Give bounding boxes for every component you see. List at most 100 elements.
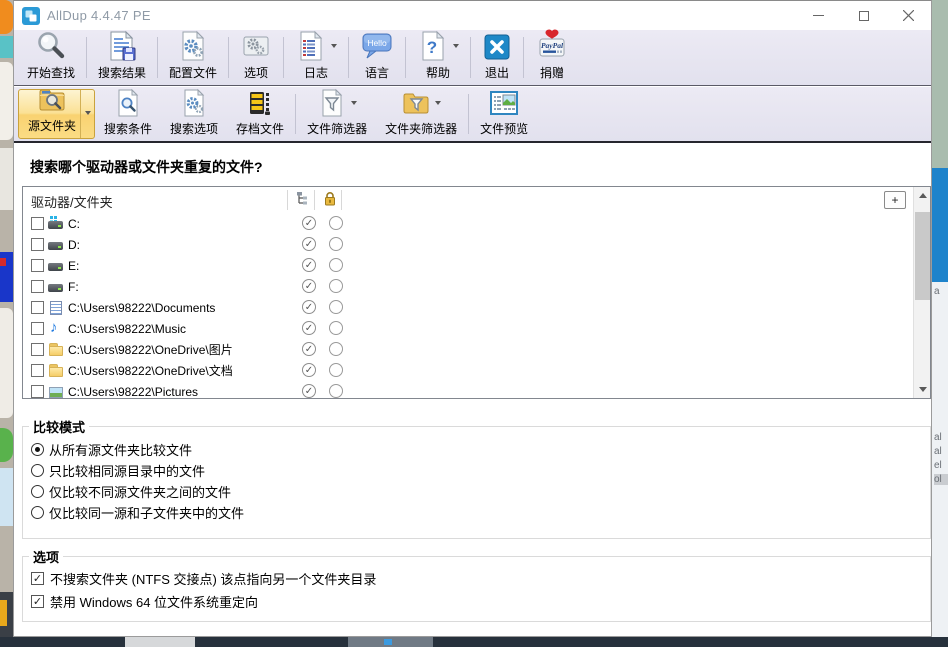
scroll-down-arrow[interactable] — [914, 381, 931, 398]
search-criteria-icon — [113, 88, 143, 118]
start-search-button[interactable]: 开始查找 — [18, 30, 84, 85]
lock-state-icon[interactable] — [329, 237, 343, 251]
options-group: 选项 不搜索文件夹 (NTFS 交接点) 该点指向另一个文件夹目录 禁用 Win… — [22, 556, 931, 622]
row-checkbox[interactable] — [31, 343, 44, 356]
subfolders-enabled-icon[interactable]: ✓ — [302, 258, 316, 272]
add-folder-button[interactable]: + — [884, 191, 906, 209]
row-checkbox[interactable] — [31, 217, 44, 230]
radio-button[interactable] — [31, 485, 44, 498]
source-folder-row[interactable]: C:\Users\98222\Music ✓ — [23, 318, 930, 339]
subfolders-enabled-icon[interactable]: ✓ — [302, 300, 316, 314]
profiles-button[interactable]: 配置文件 — [160, 30, 226, 85]
folder-filter-tab[interactable]: 文件夹筛选器 — [376, 87, 466, 141]
search-results-button[interactable]: 搜索结果 — [89, 30, 155, 85]
options-button[interactable]: 选项 — [231, 30, 281, 85]
scrollbar-thumb[interactable] — [915, 212, 930, 300]
row-checkbox[interactable] — [31, 280, 44, 293]
maximize-button[interactable] — [841, 1, 886, 30]
row-path-label: E: — [68, 259, 79, 273]
options-checkbox-row[interactable]: 禁用 Windows 64 位文件系统重定向 — [31, 590, 930, 613]
donate-button[interactable]: PayPal 捐赠 — [526, 30, 578, 85]
options-title: 选项 — [29, 547, 63, 566]
source-folder-row[interactable]: D: ✓ — [23, 234, 930, 255]
source-folder-row[interactable]: C: ✓ — [23, 213, 930, 234]
help-button[interactable]: ? 帮助 — [408, 30, 468, 85]
list-scrollbar[interactable] — [913, 187, 930, 398]
checkbox-label: 禁用 Windows 64 位文件系统重定向 — [50, 592, 258, 611]
source-folder-row[interactable]: C:\Users\98222\OneDrive\文档 ✓ — [23, 360, 930, 381]
source-folder-row[interactable]: F: ✓ — [23, 276, 930, 297]
subfolders-enabled-icon[interactable]: ✓ — [302, 384, 316, 398]
radio-button[interactable] — [31, 506, 44, 519]
checkbox[interactable] — [31, 595, 44, 608]
row-checkbox[interactable] — [31, 385, 44, 398]
window-title: AllDup 4.4.47 PE — [47, 8, 151, 23]
subfolders-enabled-icon[interactable]: ✓ — [302, 342, 316, 356]
source-folder-list[interactable]: 驱动器/文件夹 + — [22, 186, 931, 399]
row-checkbox[interactable] — [31, 238, 44, 251]
row-path-label: C:\Users\98222\OneDrive\文档 — [68, 362, 233, 379]
file-preview-icon — [488, 88, 520, 118]
subfolders-enabled-icon[interactable]: ✓ — [302, 216, 316, 230]
compare-mode-option[interactable]: 仅比较同一源和子文件夹中的文件 — [31, 502, 930, 523]
archive-files-tab[interactable]: 存档文件 — [227, 87, 293, 141]
lock-state-icon[interactable] — [329, 363, 343, 377]
file-filter-dropdown-arrow[interactable] — [351, 101, 357, 108]
taskbar-button[interactable] — [125, 637, 195, 647]
file-filter-tab[interactable]: 文件筛选器 — [298, 87, 376, 141]
toolbar-separator — [405, 37, 406, 78]
log-button[interactable]: 日志 — [286, 30, 346, 85]
lock-state-icon[interactable] — [329, 258, 343, 272]
subfolders-enabled-icon[interactable]: ✓ — [302, 237, 316, 251]
row-checkbox[interactable] — [31, 364, 44, 377]
log-dropdown-arrow[interactable] — [331, 44, 337, 51]
row-icon — [48, 363, 65, 379]
source-folder-row[interactable]: C:\Users\98222\Documents ✓ — [23, 297, 930, 318]
source-folder-row[interactable]: E: ✓ — [23, 255, 930, 276]
svg-text:PayPal: PayPal — [541, 41, 564, 50]
checkbox[interactable] — [31, 572, 44, 585]
lock-state-icon[interactable] — [329, 384, 343, 398]
compare-mode-option[interactable]: 仅比较不同源文件夹之间的文件 — [31, 481, 930, 502]
desktop-right-strip: a al al el ol — [932, 0, 948, 647]
language-button[interactable]: Hello 语言 — [351, 30, 403, 85]
file-preview-tab[interactable]: 文件预览 — [471, 87, 537, 141]
lock-state-icon[interactable] — [329, 300, 343, 314]
compare-mode-option[interactable]: 从所有源文件夹比较文件 — [31, 439, 930, 460]
compare-mode-option[interactable]: 只比较相同源目录中的文件 — [31, 460, 930, 481]
minimize-button[interactable] — [796, 1, 841, 30]
radio-label: 仅比较同一源和子文件夹中的文件 — [49, 503, 244, 522]
subfolders-enabled-icon[interactable]: ✓ — [302, 279, 316, 293]
taskbar[interactable] — [0, 637, 948, 647]
source-folders-tab[interactable]: 源文件夹 — [18, 89, 95, 139]
row-checkbox[interactable] — [31, 301, 44, 314]
lock-state-icon[interactable] — [329, 342, 343, 356]
row-checkbox[interactable] — [31, 322, 44, 335]
compare-mode-title: 比较模式 — [29, 417, 89, 436]
desktop-left-strip — [0, 0, 13, 647]
row-path-label: C:\Users\98222\Pictures — [68, 385, 198, 399]
subfolders-enabled-icon[interactable]: ✓ — [302, 321, 316, 335]
radio-button[interactable] — [31, 464, 44, 477]
close-button[interactable] — [886, 1, 931, 30]
options-checkbox-row[interactable]: 不搜索文件夹 (NTFS 交接点) 该点指向另一个文件夹目录 — [31, 567, 930, 590]
desktop-icon-fragment — [0, 62, 13, 140]
subfolders-enabled-icon[interactable]: ✓ — [302, 363, 316, 377]
source-folder-row[interactable]: C:\Users\98222\OneDrive\图片 ✓ — [23, 339, 930, 360]
lock-state-icon[interactable] — [329, 279, 343, 293]
taskbar-button[interactable] — [348, 637, 433, 647]
radio-button[interactable] — [31, 443, 44, 456]
help-dropdown-arrow[interactable] — [453, 44, 459, 51]
exit-button[interactable]: 退出 — [473, 30, 521, 85]
row-path-label: C:\Users\98222\Music — [68, 322, 186, 336]
lock-state-icon[interactable] — [329, 216, 343, 230]
folder-filter-dropdown-arrow[interactable] — [435, 101, 441, 108]
search-criteria-tab[interactable]: 搜索条件 — [95, 87, 161, 141]
search-options-tab[interactable]: 搜索选项 — [161, 87, 227, 141]
row-checkbox[interactable] — [31, 259, 44, 272]
titlebar[interactable]: AllDup 4.4.47 PE — [14, 1, 931, 30]
lock-state-icon[interactable] — [329, 321, 343, 335]
source-folder-row[interactable]: C:\Users\98222\Pictures ✓ — [23, 381, 930, 399]
scroll-up-arrow[interactable] — [914, 187, 931, 204]
source-folders-dropdown[interactable] — [80, 90, 94, 138]
